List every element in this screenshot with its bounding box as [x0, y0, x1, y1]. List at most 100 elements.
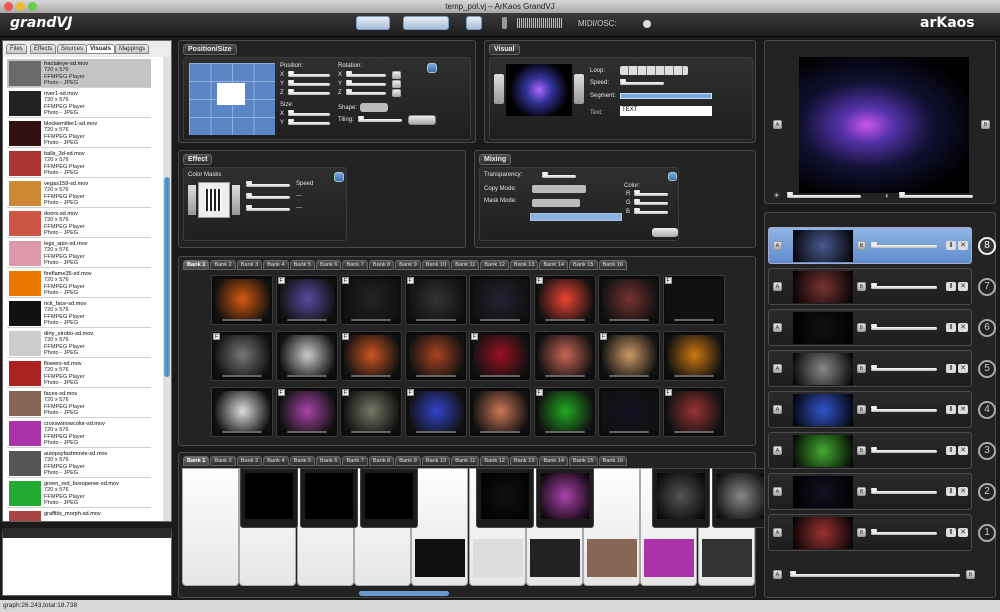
pos-z-slider[interactable]	[288, 89, 330, 95]
visual-cell[interactable]	[598, 387, 660, 437]
black-key[interactable]	[652, 468, 710, 528]
pause-icon[interactable]: Ⅱ	[946, 282, 956, 291]
layer-opacity-slider[interactable]	[871, 488, 937, 494]
visual-cell[interactable]	[469, 275, 531, 325]
bank-tab-5[interactable]: Bank 5	[289, 456, 316, 466]
layout-toggle-button[interactable]	[356, 16, 390, 30]
close-window-button[interactable]	[4, 2, 13, 11]
close-icon[interactable]: ✕	[958, 282, 968, 291]
list-item[interactable]: balls_3d-sd.mov 720 x 576 FFMPEG Player Pho…	[7, 149, 151, 178]
list-item[interactable]: green_red_boxopener-sd.mov 720 x 576 FFMPE…	[7, 479, 151, 508]
black-key[interactable]	[476, 468, 534, 528]
visual-cell[interactable]: F	[340, 387, 402, 437]
effect-param3-slider[interactable]	[246, 205, 290, 211]
layer-row[interactable]: A B Ⅱ ✕	[768, 350, 972, 387]
tiling-slider[interactable]	[358, 116, 402, 122]
visual-cell[interactable]	[469, 387, 531, 437]
layer-a-button[interactable]: A	[773, 528, 782, 537]
visual-cell[interactable]	[533, 331, 596, 381]
list-item[interactable]: vegas159-sd.mov 720 x 576 FFMPEG Player Pho…	[7, 179, 151, 208]
white-key[interactable]	[182, 468, 239, 586]
browser-tab-sources[interactable]: Sources	[57, 44, 88, 54]
rot-z-reset-button[interactable]	[392, 89, 401, 97]
pause-icon[interactable]: Ⅱ	[946, 323, 956, 332]
color-g-slider[interactable]	[634, 199, 668, 205]
bank-tab-8[interactable]: Bank 8	[368, 456, 395, 466]
layer-number-button[interactable]: 3	[978, 442, 996, 460]
bank-tab-12[interactable]: Bank 12	[480, 260, 509, 270]
bank-tab-6[interactable]: Bank 6	[316, 260, 342, 270]
visual-prev-button[interactable]	[494, 74, 504, 104]
layer-opacity-slider[interactable]	[871, 283, 937, 289]
layer-row[interactable]: A B Ⅱ ✕	[768, 473, 972, 510]
bank-tab-11[interactable]: Bank 11	[451, 260, 480, 270]
bank-tab-9[interactable]: Bank 9	[395, 456, 421, 466]
mask-selector[interactable]	[530, 213, 622, 221]
bank-tab-3[interactable]: Bank 3	[236, 456, 263, 466]
pause-icon[interactable]: Ⅱ	[946, 364, 956, 373]
layer-b-button[interactable]: B	[857, 528, 866, 537]
close-icon[interactable]: ✕	[958, 446, 968, 455]
layer-b-button[interactable]: B	[857, 446, 866, 455]
preview-b-button[interactable]: B	[981, 120, 990, 129]
position-options-button[interactable]	[427, 63, 437, 73]
position-grid[interactable]	[189, 63, 275, 135]
bank-tab-9[interactable]: Bank 9	[395, 260, 421, 270]
layer-opacity-slider[interactable]	[871, 406, 937, 412]
bank-tab-10[interactable]: Bank 10	[421, 456, 451, 466]
visual-next-button[interactable]	[574, 74, 584, 104]
bank-tab-14[interactable]: Bank 14	[539, 260, 568, 270]
rot-x-reset-button[interactable]	[392, 71, 401, 79]
chevron-down-icon[interactable]	[408, 115, 436, 125]
bank-tab-8[interactable]: Bank 8	[368, 260, 395, 270]
bank-tab-1[interactable]: Bank 1	[183, 456, 210, 466]
visual-cell[interactable]: F	[340, 331, 402, 381]
bank-tab-2[interactable]: Bank 2	[210, 456, 236, 466]
list-item[interactable]: fractaleye-sd.mov 720 x 576 FFMPEG Player P…	[7, 59, 151, 88]
visual-cell[interactable]: F	[662, 387, 725, 437]
visual-cell[interactable]: F	[469, 331, 531, 381]
layer-number-button[interactable]: 1	[978, 524, 996, 542]
layer-opacity-slider[interactable]	[871, 447, 937, 453]
layer-opacity-slider[interactable]	[871, 324, 937, 330]
visual-cell[interactable]	[662, 331, 725, 381]
visual-cell[interactable]: F	[211, 331, 273, 381]
layer-row[interactable]: A B Ⅱ ✕	[768, 432, 972, 469]
black-key[interactable]	[240, 468, 298, 528]
layer-number-button[interactable]: 7	[978, 278, 996, 296]
list-item[interactable]: dirty_strobo-sd.mov 720 x 576 FFMPEG Playe…	[7, 329, 151, 358]
preview-toggle-button[interactable]	[466, 16, 482, 30]
bank-tab-16[interactable]: Bank 16	[598, 456, 628, 466]
layer-a-button[interactable]: A	[773, 323, 782, 332]
bank-tab-7[interactable]: Bank 7	[342, 456, 368, 466]
layer-opacity-slider[interactable]	[871, 365, 937, 371]
visual-cell[interactable]	[404, 331, 467, 381]
mask-mode-buttons[interactable]	[532, 199, 580, 207]
bank-tab-6[interactable]: Bank 6	[316, 456, 342, 466]
browser-tab-mappings[interactable]: Mappings	[115, 44, 150, 54]
layer-row[interactable]: A B Ⅱ ✕	[768, 268, 972, 305]
layer-b-button[interactable]: B	[857, 364, 866, 373]
mixing-options-button[interactable]	[668, 172, 677, 181]
list-item[interactable]: legs_spin-sd.mov 720 x 576 FFMPEG Player Ph…	[7, 239, 151, 268]
browser-tab-files[interactable]: Files	[6, 44, 27, 54]
layer-number-button[interactable]: 8	[978, 237, 996, 255]
layer-b-button[interactable]: B	[857, 323, 866, 332]
visual-cell[interactable]	[211, 275, 273, 325]
effect-options-button[interactable]	[334, 172, 344, 182]
size-x-slider[interactable]	[288, 110, 330, 116]
rot-y-slider[interactable]	[346, 80, 386, 86]
speed-slider[interactable]	[620, 79, 664, 85]
layer-number-button[interactable]: 6	[978, 319, 996, 337]
crossfader-slider[interactable]	[790, 571, 960, 577]
visual-cell[interactable]: F	[533, 387, 596, 437]
bank-tab-14[interactable]: Bank 14	[539, 456, 568, 466]
pause-icon[interactable]: Ⅱ	[946, 405, 956, 414]
bank-tab-5[interactable]: Bank 5	[289, 260, 316, 270]
layer-a-button[interactable]: A	[773, 241, 782, 250]
color-r-slider[interactable]	[634, 190, 668, 196]
visual-cell[interactable]: F	[598, 331, 660, 381]
bank-tab-16[interactable]: Bank 16	[598, 260, 628, 270]
bank-tab-12[interactable]: Bank 12	[480, 456, 509, 466]
layer-opacity-slider[interactable]	[871, 529, 937, 535]
